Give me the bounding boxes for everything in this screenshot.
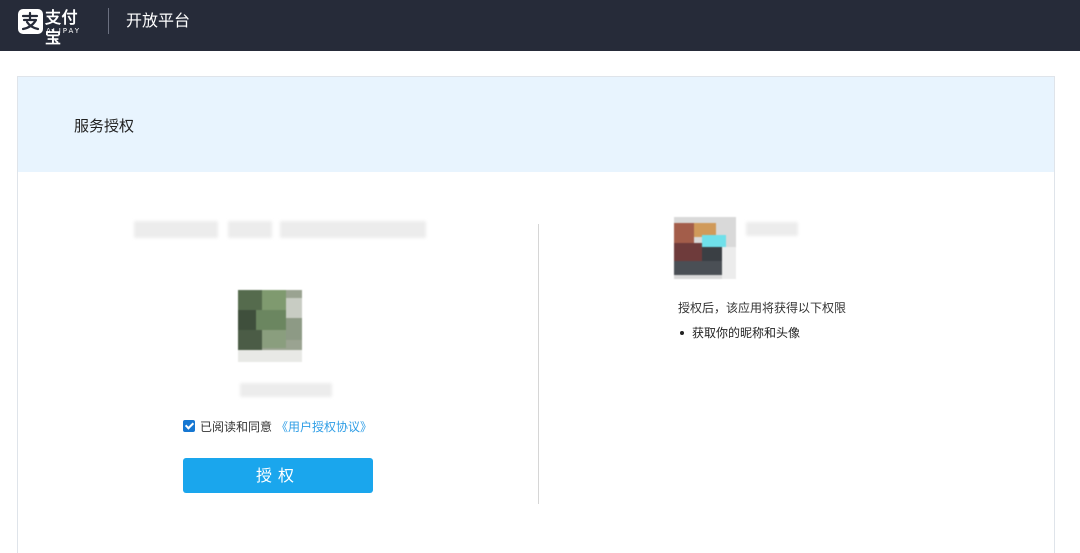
user-agreement-link[interactable]: 《用户授权协议》 — [276, 418, 372, 435]
card-header: 服务授权 — [18, 77, 1054, 172]
app-name-redacted — [134, 221, 218, 238]
bullet-icon — [680, 331, 684, 335]
permission-item-label: 获取你的昵称和头像 — [692, 326, 801, 340]
topbar-divider — [108, 8, 109, 34]
app-owner-redacted — [240, 383, 332, 397]
alipay-logo-icon — [18, 9, 43, 34]
vertical-divider — [538, 224, 539, 504]
agreement-checkbox[interactable] — [183, 420, 195, 432]
alipay-logo[interactable]: 支付宝 ALIPAY — [18, 8, 90, 47]
card-title: 服务授权 — [74, 117, 135, 135]
permission-item: 获取你的昵称和头像 — [680, 324, 800, 342]
agreement-text: 已阅读和同意 — [200, 419, 273, 434]
platform-title: 开放平台 — [126, 11, 191, 30]
user-name-redacted — [746, 222, 798, 236]
app-description-redacted — [228, 221, 272, 238]
app-url-redacted — [280, 221, 426, 238]
permissions-title: 授权后，该应用将获得以下权限 — [678, 301, 847, 315]
app-avatar — [238, 290, 302, 362]
top-bar: 支付宝 ALIPAY 开放平台 — [0, 0, 1080, 51]
authorize-button[interactable]: 授权 — [183, 458, 373, 493]
user-avatar — [674, 217, 736, 279]
logo-en-text: ALIPAY — [46, 27, 82, 35]
agreement-row: 已阅读和同意 《用户授权协议》 — [183, 417, 372, 435]
authorization-card: 服务授权 已阅读和同意 《用户授权协议》 授权 授权后，该应用将获得以下权限 获… — [17, 76, 1055, 553]
